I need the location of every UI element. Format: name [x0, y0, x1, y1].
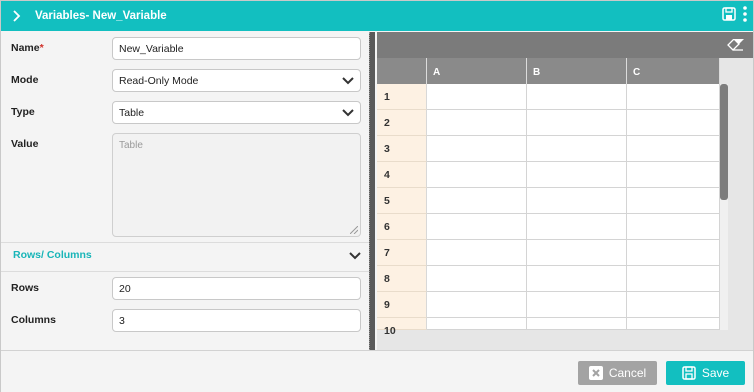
rows-input[interactable]: 20 — [112, 277, 361, 300]
mode-select[interactable]: Read-Only Mode — [112, 69, 361, 92]
row-header[interactable]: 6 — [377, 214, 427, 240]
table-cell[interactable] — [627, 84, 720, 110]
kebab-menu-icon — [743, 5, 747, 22]
table-cell[interactable] — [527, 266, 627, 292]
table-cell[interactable] — [427, 162, 527, 188]
table-cell[interactable] — [427, 240, 527, 266]
columns-label: Columns — [11, 314, 56, 326]
name-label: Name* — [11, 42, 44, 54]
rows-label: Rows — [11, 282, 40, 294]
properties-panel: Name* New_Variable Mode Read-Only Mode T… — [1, 32, 369, 350]
table-cell[interactable] — [627, 318, 720, 330]
cancel-label: Cancel — [608, 366, 647, 380]
row-header[interactable]: 8 — [377, 266, 427, 292]
table-cell[interactable] — [427, 318, 527, 330]
value-label: Value — [11, 138, 39, 150]
clear-table-button[interactable] — [727, 38, 745, 56]
value-placeholder: Table — [119, 140, 143, 151]
table-cell[interactable] — [527, 84, 627, 110]
table-cell[interactable] — [627, 136, 720, 162]
type-select[interactable]: Table — [112, 101, 361, 124]
row-header[interactable]: 9 — [377, 292, 427, 318]
row-header[interactable]: 1 — [377, 84, 427, 110]
save-label: Save — [701, 366, 730, 380]
table-cell[interactable] — [627, 110, 720, 136]
required-marker: * — [39, 42, 44, 54]
table-cell[interactable] — [527, 240, 627, 266]
header-bar: Variables- New_Variable — [1, 1, 753, 31]
table-cell[interactable] — [427, 110, 527, 136]
save-header-button[interactable] — [722, 6, 736, 26]
window-title: Variables- New_Variable — [35, 10, 167, 22]
grid-scrollbar-thumb[interactable] — [720, 84, 728, 200]
row-header[interactable]: 4 — [377, 162, 427, 188]
eraser-icon — [727, 38, 744, 51]
cancel-button[interactable]: Cancel — [578, 361, 657, 385]
chevron-right-icon — [13, 10, 21, 22]
type-select-value: Table — [119, 106, 145, 119]
column-header-b[interactable]: B — [527, 58, 627, 84]
more-options-button[interactable] — [743, 5, 747, 27]
expand-panel-button[interactable] — [1, 1, 31, 31]
save-icon — [682, 366, 696, 380]
table-cell[interactable] — [527, 214, 627, 240]
table-cell[interactable] — [427, 136, 527, 162]
corner-cell — [377, 58, 427, 84]
table-cell[interactable] — [427, 266, 527, 292]
table-cell[interactable] — [627, 292, 720, 318]
type-label: Type — [11, 106, 35, 118]
table-cell[interactable] — [427, 84, 527, 110]
table-cell[interactable] — [627, 240, 720, 266]
table-cell[interactable] — [527, 110, 627, 136]
panel-splitter[interactable] — [369, 32, 375, 350]
table-cell[interactable] — [427, 214, 527, 240]
name-input[interactable]: New_Variable — [112, 37, 361, 60]
table-cell[interactable] — [427, 292, 527, 318]
rows-columns-section-header[interactable]: Rows/ Columns — [1, 242, 369, 272]
chevron-down-icon — [342, 108, 354, 116]
row-header[interactable]: 10 — [377, 318, 427, 337]
table-cell[interactable] — [527, 136, 627, 162]
variable-editor-window: Variables- New_Variable Name* New_Variab… — [0, 0, 754, 392]
row-header[interactable]: 7 — [377, 240, 427, 266]
table-grid: A B C 1 2 3 4 5 6 7 8 9 10 — [377, 32, 753, 350]
grid-toolbar — [377, 32, 753, 58]
table-cell[interactable] — [527, 318, 627, 330]
table-cell[interactable] — [627, 214, 720, 240]
row-header[interactable]: 3 — [377, 136, 427, 162]
mode-select-value: Read-Only Mode — [119, 74, 199, 87]
save-button[interactable]: Save — [666, 361, 745, 385]
section-title: Rows/ Columns — [13, 249, 92, 261]
table-cell[interactable] — [627, 188, 720, 214]
close-icon — [588, 366, 603, 380]
table-cell[interactable] — [627, 162, 720, 188]
table-cell[interactable] — [527, 162, 627, 188]
chevron-down-icon — [349, 252, 361, 260]
mode-label: Mode — [11, 74, 39, 86]
columns-input[interactable]: 3 — [112, 309, 361, 332]
save-icon — [722, 6, 736, 21]
resize-grip-icon[interactable] — [350, 226, 358, 234]
table-cell[interactable] — [527, 188, 627, 214]
chevron-down-icon — [342, 76, 354, 84]
table-cell[interactable] — [427, 188, 527, 214]
table-cell[interactable] — [627, 266, 720, 292]
column-header-a[interactable]: A — [427, 58, 527, 84]
footer-bar: Cancel Save — [1, 350, 753, 392]
column-header-c[interactable]: C — [627, 58, 720, 84]
row-header[interactable]: 5 — [377, 188, 427, 214]
value-textarea[interactable]: Table — [112, 133, 361, 237]
row-header[interactable]: 2 — [377, 110, 427, 136]
table-cell[interactable] — [527, 292, 627, 318]
